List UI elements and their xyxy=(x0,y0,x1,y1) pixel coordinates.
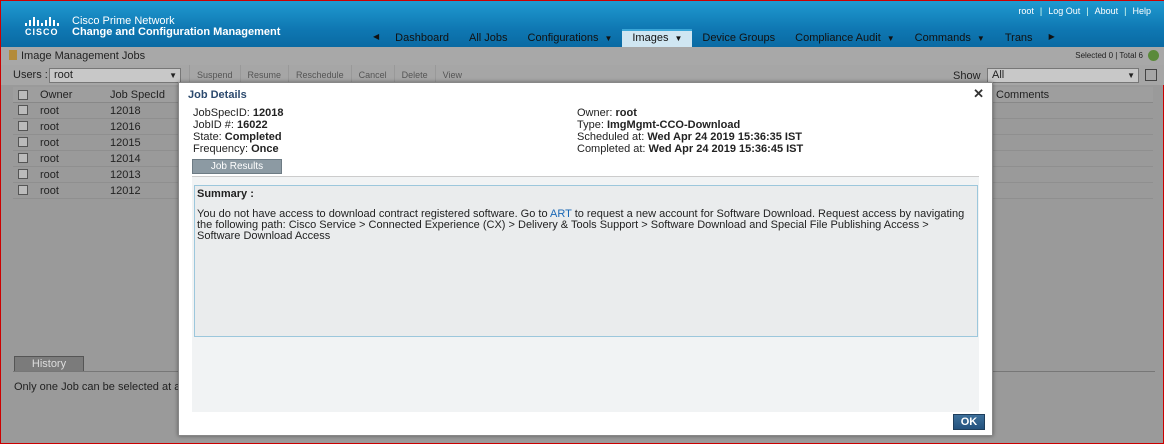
tab-job-results[interactable]: Job Results xyxy=(192,159,282,174)
row-checkbox[interactable] xyxy=(18,153,28,163)
main-nav: ◀ Dashboard All Jobs Configurations ▼ Ima… xyxy=(367,29,1061,47)
refresh-icon[interactable] xyxy=(1148,50,1159,61)
nav-trans[interactable]: Trans xyxy=(995,29,1043,47)
nav-device-groups[interactable]: Device Groups xyxy=(692,29,785,47)
chevron-down-icon: ▼ xyxy=(1127,71,1135,80)
user-name: root xyxy=(1018,6,1034,16)
show-select[interactable]: All ▼ xyxy=(987,68,1139,83)
chevron-down-icon: ▼ xyxy=(604,34,613,43)
nav-compliance-audit[interactable]: Compliance Audit ▼ xyxy=(785,29,905,47)
job-results-panel: Summary : You do not have access to down… xyxy=(192,176,979,412)
row-checkbox[interactable] xyxy=(18,169,28,179)
detail-jobspecid: JobSpecID: 12018 xyxy=(193,107,284,119)
row-checkbox[interactable] xyxy=(18,105,28,115)
detail-scheduled-at: Scheduled at: Wed Apr 24 2019 15:36:35 I… xyxy=(577,131,803,143)
chevron-down-icon: ▼ xyxy=(674,34,683,43)
app-header: CISCO Cisco Prime Network Change and Con… xyxy=(1,1,1164,47)
detail-state: State: Completed xyxy=(193,131,282,143)
row-checkbox[interactable] xyxy=(18,185,28,195)
detail-owner: Owner: root xyxy=(577,107,637,119)
nav-scroll-left-icon[interactable]: ◀ xyxy=(367,29,385,47)
col-job-specid[interactable]: Job SpecId xyxy=(110,89,165,101)
nav-images[interactable]: Images ▼ xyxy=(622,29,693,47)
row-checkbox[interactable] xyxy=(18,121,28,131)
about-link[interactable]: About xyxy=(1089,6,1125,16)
nav-configurations[interactable]: Configurations ▼ xyxy=(518,29,623,47)
cisco-logo: CISCO xyxy=(25,15,61,37)
nav-all-jobs[interactable]: All Jobs xyxy=(459,29,518,47)
page-title: Image Management Jobs xyxy=(21,50,146,62)
detail-type: Type: ImgMgmt-CCO-Download xyxy=(577,119,741,131)
col-owner[interactable]: Owner xyxy=(40,89,72,101)
job-details-dialog: Job Details ✕ JobSpecID: 12018 JobID #: … xyxy=(178,82,993,436)
select-all-checkbox[interactable] xyxy=(18,90,28,100)
users-select[interactable]: root ▼ xyxy=(49,68,181,83)
top-links: root | Log Out | About | Help xyxy=(1012,6,1157,16)
help-link[interactable]: Help xyxy=(1126,6,1157,16)
col-comments[interactable]: Comments xyxy=(996,89,1049,101)
nav-commands[interactable]: Commands ▼ xyxy=(905,29,995,47)
filter-icon[interactable] xyxy=(1145,69,1157,81)
nav-scroll-right-icon[interactable]: ▶ xyxy=(1043,29,1061,47)
summary-heading: Summary : xyxy=(197,188,254,200)
users-label: Users : xyxy=(13,69,48,81)
dialog-title: Job Details xyxy=(188,89,247,101)
summary-message: You do not have access to download contr… xyxy=(197,208,965,242)
chevron-down-icon: ▼ xyxy=(976,34,985,43)
selection-count: Selected 0 | Total 6 xyxy=(1075,51,1143,60)
page-title-bar: Image Management Jobs Selected 0 | Total… xyxy=(1,47,1164,65)
close-icon[interactable]: ✕ xyxy=(973,86,984,102)
product-subtitle: Change and Configuration Management xyxy=(72,26,281,38)
logout-link[interactable]: Log Out xyxy=(1042,6,1086,16)
detail-frequency: Frequency: Once xyxy=(193,143,279,155)
selection-note: Only one Job can be selected at a t xyxy=(14,381,184,393)
jobs-icon xyxy=(9,50,17,60)
detail-jobid: JobID #: 16022 xyxy=(193,119,268,131)
detail-completed-at: Completed at: Wed Apr 24 2019 15:36:45 I… xyxy=(577,143,804,155)
row-checkbox[interactable] xyxy=(18,137,28,147)
show-label: Show xyxy=(953,70,981,82)
ok-button[interactable]: OK xyxy=(953,414,985,430)
summary-box: Summary : You do not have access to down… xyxy=(194,185,978,337)
nav-dashboard[interactable]: Dashboard xyxy=(385,29,459,47)
chevron-down-icon: ▼ xyxy=(886,34,895,43)
history-tab[interactable]: History xyxy=(14,356,84,372)
chevron-down-icon: ▼ xyxy=(169,71,177,80)
